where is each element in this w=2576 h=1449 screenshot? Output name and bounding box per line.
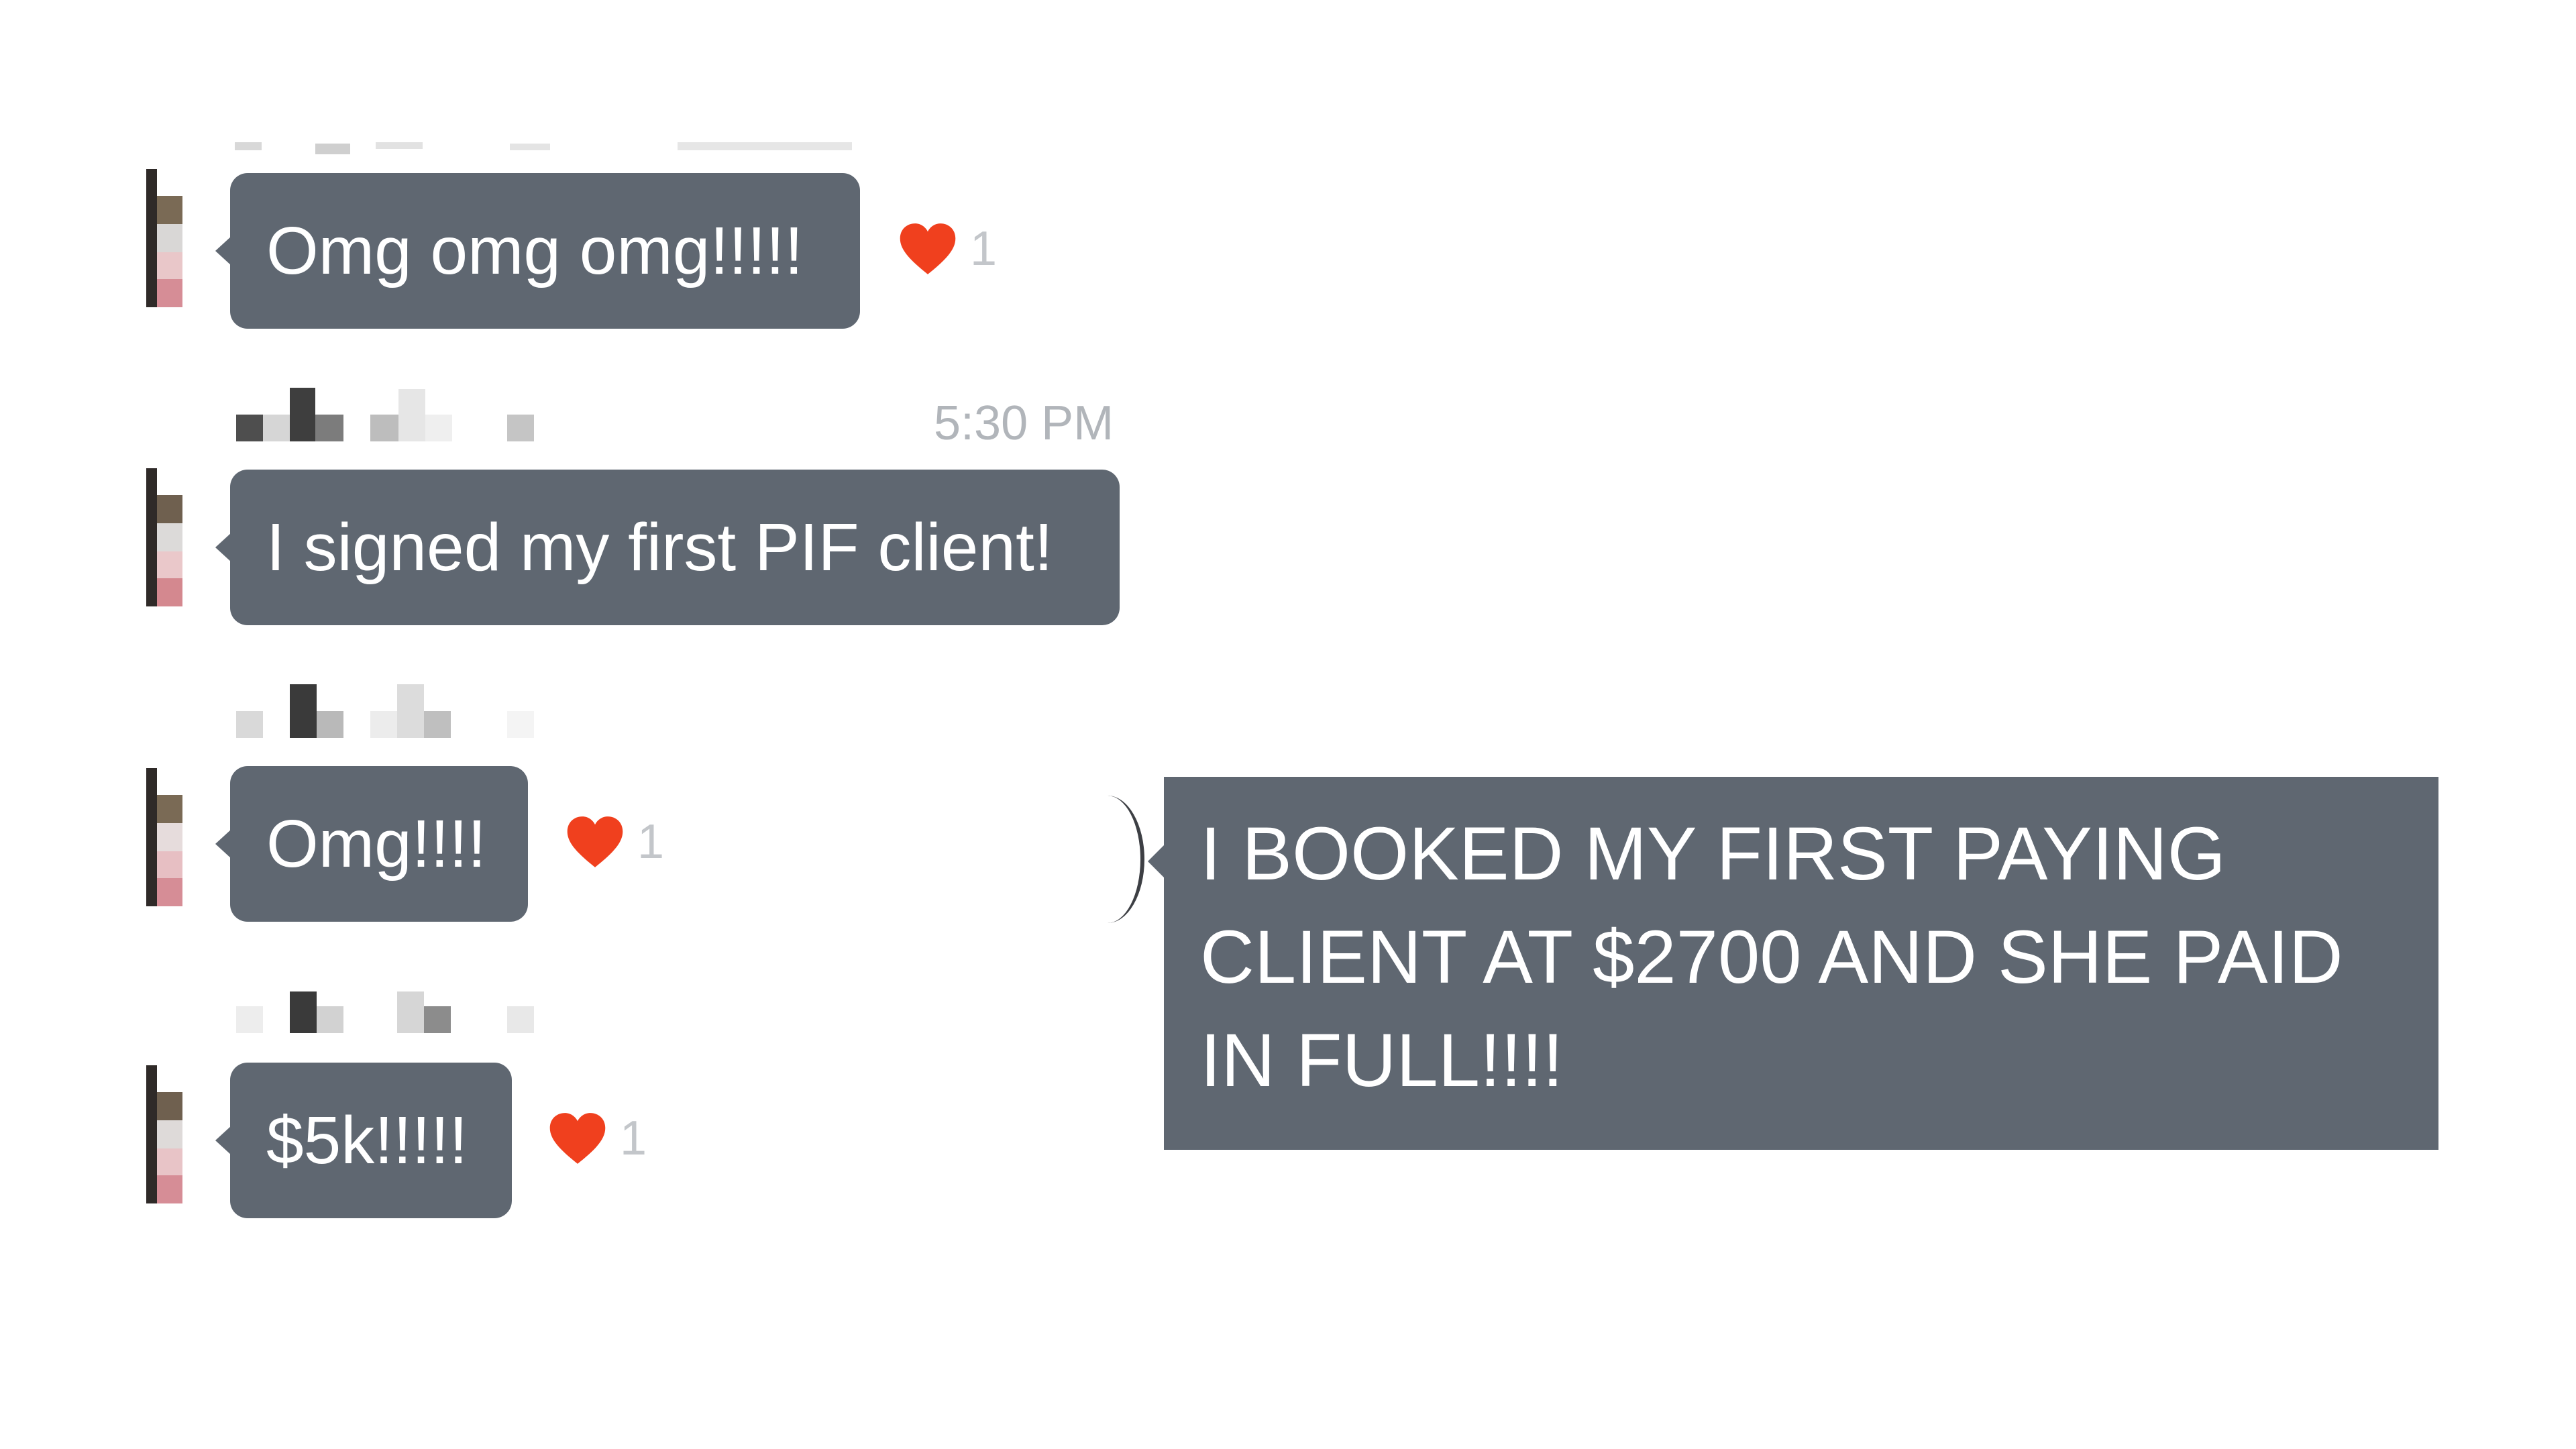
like-count: 1 xyxy=(637,815,665,869)
avatar[interactable] xyxy=(146,768,182,906)
avatar[interactable] xyxy=(146,1065,182,1203)
bubble-tail xyxy=(215,533,231,562)
heart-icon xyxy=(549,1113,606,1164)
bubble-tail xyxy=(1148,844,1165,879)
avatar[interactable] xyxy=(146,468,182,606)
like-count: 1 xyxy=(620,1112,647,1165)
avatar[interactable] xyxy=(146,169,182,307)
highlight-message-text: I BOOKED MY FIRST PAYING CLIENT AT $2700… xyxy=(1200,812,2343,1102)
like-reaction[interactable]: 1 xyxy=(549,1111,647,1166)
message-text: I signed my first PIF client! xyxy=(266,509,1053,585)
highlight-message-bubble[interactable]: I BOOKED MY FIRST PAYING CLIENT AT $2700… xyxy=(1148,777,2438,1150)
like-reaction[interactable]: 1 xyxy=(899,221,997,276)
message-text: $5k!!!!! xyxy=(266,1102,468,1178)
message-text: Omg omg omg!!!!! xyxy=(266,213,804,288)
message-bubble[interactable]: $5k!!!!! xyxy=(215,1063,512,1218)
message-text: Omg!!!! xyxy=(266,806,486,881)
timestamp: 5:30 PM xyxy=(934,396,1114,450)
message-bubble[interactable]: Omg omg omg!!!!! xyxy=(215,173,860,329)
message-bubble[interactable]: Omg!!!! xyxy=(215,766,528,922)
bubble-tail xyxy=(215,236,231,266)
avatar[interactable] xyxy=(1071,796,1144,923)
heart-icon xyxy=(567,816,623,867)
bubble-tail xyxy=(215,829,231,859)
like-reaction[interactable]: 1 xyxy=(566,814,664,869)
heart-icon xyxy=(900,223,956,274)
bubble-tail xyxy=(215,1126,231,1155)
message-bubble[interactable]: I signed my first PIF client! xyxy=(215,470,1120,625)
like-count: 1 xyxy=(970,222,998,276)
